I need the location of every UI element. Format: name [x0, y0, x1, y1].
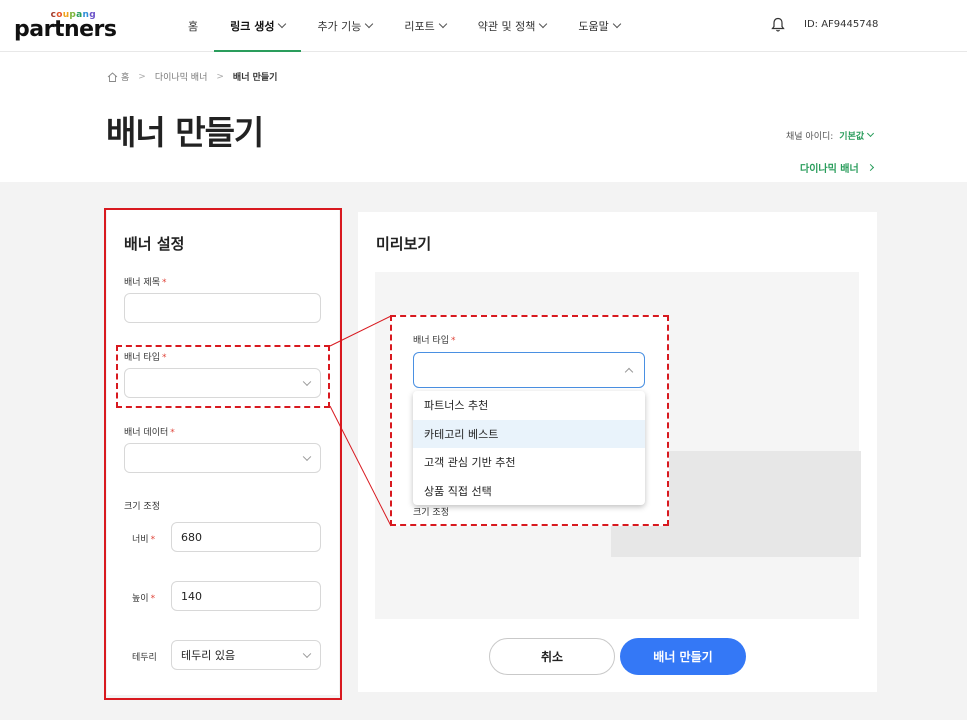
channel-value[interactable]: 기본값	[839, 129, 864, 142]
chevron-down-icon	[438, 19, 448, 29]
width-input[interactable]: 680	[171, 522, 321, 552]
channel-label: 채널 아이디:	[786, 132, 834, 142]
border-select[interactable]: 테두리 있음	[171, 640, 321, 670]
channel-selector[interactable]: 채널 아이디: 기본값	[786, 129, 875, 142]
nav-item-terms-policy[interactable]: 약관 및 정책	[462, 0, 563, 52]
nav-item-home[interactable]: 홈	[172, 0, 214, 52]
breadcrumb-home[interactable]: 홈	[121, 70, 129, 83]
chevron-down-icon	[612, 19, 622, 29]
height-label: 높이 *	[132, 594, 156, 604]
border-value: 테두리 있음	[181, 649, 236, 662]
nav-item-label: 약관 및 정책	[477, 20, 536, 33]
user-id: ID: AF9445748	[804, 19, 879, 30]
chevron-down-icon	[302, 452, 312, 462]
banner-data-select[interactable]	[124, 443, 321, 473]
dropdown-option[interactable]: 고객 관심 기반 추천	[413, 448, 645, 477]
dynamic-banner-link[interactable]: 다이나믹 배너	[800, 160, 874, 175]
nav-item-label: 홈	[188, 20, 199, 33]
breadcrumb-separator: >	[216, 71, 224, 82]
dropdown-option[interactable]: 파트너스 추천	[413, 391, 645, 420]
breadcrumb-separator: >	[138, 71, 146, 82]
chevron-down-icon	[867, 129, 875, 138]
chevron-down-icon	[302, 649, 312, 659]
nav-item-label: 링크 생성	[230, 20, 275, 33]
callout-size-label: 크기 조정	[413, 508, 449, 518]
callout-banner-type-label: 배너 타입 *	[413, 336, 456, 346]
height-input[interactable]: 140	[171, 581, 321, 611]
nav-item-extra-features[interactable]: 추가 기능	[301, 0, 388, 52]
size-adjust-label: 크기 조정	[124, 502, 160, 512]
banner-title-label: 배너 제목 *	[124, 278, 167, 288]
banner-data-label: 배너 데이터 *	[124, 428, 175, 438]
main-nav: 홈 링크 생성 추가 기능 리포트 약관 및 정책 도움말	[172, 0, 636, 52]
top-navigation-bar: coupang partners 홈 링크 생성 추가 기능 리포트 약관 및 정책 도움…	[0, 0, 967, 52]
logo-partners-text: partners	[14, 17, 117, 42]
callout-banner-type-select[interactable]	[413, 352, 645, 388]
chevron-down-icon	[365, 19, 374, 29]
page-header: 홈 > 다이나믹 배너 > 배너 만들기 배너 만들기 채널 아이디: 기본값 …	[0, 52, 967, 182]
nav-item-link-create[interactable]: 링크 생성	[214, 0, 302, 52]
notification-bell-icon[interactable]	[771, 17, 785, 33]
dropdown-option[interactable]: 상품 직접 선택	[413, 477, 645, 506]
page-title: 배너 만들기	[106, 113, 264, 152]
breadcrumb-dynamic-banner[interactable]: 다이나믹 배너	[155, 70, 208, 83]
dynamic-banner-link-label: 다이나믹 배너	[800, 164, 859, 175]
nav-item-label: 리포트	[404, 20, 435, 33]
settings-title: 배너 설정	[124, 235, 185, 253]
nav-item-label: 도움말	[578, 20, 609, 33]
chevron-down-icon	[302, 377, 312, 387]
banner-type-label: 배너 타입 *	[124, 353, 167, 363]
banner-type-select[interactable]	[124, 368, 321, 398]
nav-item-help[interactable]: 도움말	[562, 0, 635, 52]
breadcrumb: 홈 > 다이나믹 배너 > 배너 만들기	[107, 70, 277, 83]
dropdown-option[interactable]: 카테고리 베스트	[413, 419, 645, 448]
nav-item-label: 추가 기능	[317, 20, 362, 33]
nav-item-report[interactable]: 리포트	[388, 0, 461, 52]
chevron-down-icon	[278, 19, 287, 29]
banner-settings-panel: 배너 설정 배너 제목 * 배너 타입 * 배너 데이터 * 크기 조정 너비 * 68…	[107, 210, 339, 695]
chevron-right-icon	[866, 163, 874, 172]
breadcrumb-current: 배너 만들기	[232, 73, 278, 83]
preview-title: 미리보기	[376, 235, 432, 253]
coupang-partners-logo[interactable]: coupang partners	[14, 10, 117, 42]
home-icon[interactable]	[107, 71, 118, 82]
banner-type-callout: 배너 타입 * 파트너스 추천 카테고리 베스트 고객 관심 기반 추천 상품 직접 선…	[390, 315, 669, 526]
chevron-down-icon	[539, 19, 548, 29]
border-label: 테두리	[132, 653, 157, 663]
banner-title-input[interactable]	[124, 293, 321, 323]
create-banner-button[interactable]: 배너 만들기	[620, 638, 746, 675]
banner-type-dropdown: 파트너스 추천 카테고리 베스트 고객 관심 기반 추천 상품 직접 선택	[413, 391, 645, 505]
width-label: 너비 *	[132, 535, 156, 545]
cancel-button[interactable]: 취소	[489, 638, 615, 675]
chevron-up-icon	[624, 367, 634, 377]
